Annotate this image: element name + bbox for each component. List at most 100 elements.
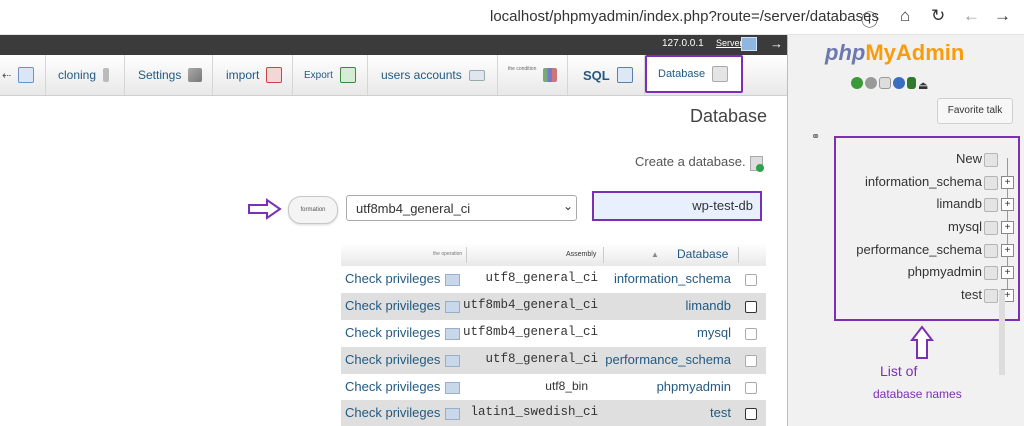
tab-users-accounts[interactable]: users accounts (368, 55, 498, 95)
page-title: Database (690, 106, 768, 126)
privileges-icon (445, 408, 460, 420)
clone-icon (103, 68, 110, 82)
check-privileges-link[interactable]: Check privileges (345, 298, 440, 313)
top-menu-tabs: ⇠ cloning Settings import Export users a… (0, 55, 787, 96)
database-link[interactable]: mysql (697, 325, 731, 340)
home-icon[interactable] (851, 77, 863, 89)
database-name-input[interactable]: wp-test-db (592, 191, 762, 221)
check-privileges-link[interactable]: Check privileges (345, 352, 440, 367)
tab-fragment[interactable]: ⇠ (0, 55, 46, 95)
database-icon (984, 244, 998, 258)
tab-sql[interactable]: SQL (568, 55, 645, 95)
database-icon (984, 198, 998, 212)
check-privileges-link[interactable]: Check privileges (345, 325, 440, 340)
phpmyadmin-logo[interactable]: phpMyAdmin (825, 40, 964, 66)
chevron-down-icon: ⌄ (563, 199, 574, 213)
server-ip: 127.0.0.1 (662, 38, 704, 49)
database-link[interactable]: limandb (685, 298, 731, 313)
tree-item-database[interactable]: performance_schema (856, 242, 982, 257)
logo-php: php (825, 40, 866, 65)
expand-plus-icon[interactable]: + (1001, 244, 1014, 257)
tree-item-database[interactable]: mysql (948, 219, 982, 234)
back-icon[interactable]: ← (963, 6, 980, 26)
expand-plus-icon[interactable]: + (1001, 176, 1014, 189)
header-operation: the operation (433, 251, 463, 257)
forward-icon[interactable]: → (994, 6, 1011, 26)
row-checkbox[interactable] (745, 382, 757, 394)
nav-icon-row: ⏏ (851, 76, 930, 94)
status-chart-icon (543, 68, 558, 82)
row-checkbox[interactable] (745, 328, 757, 340)
tab-import[interactable]: import (213, 55, 293, 95)
tab-settings[interactable]: Settings (125, 55, 213, 95)
table-row: Check privileges utf8_bin phpmyadmin (341, 374, 766, 401)
collation-cell: utf8_general_ci (485, 352, 598, 366)
server-link[interactable]: Server (716, 38, 743, 48)
collapse-arrow-icon[interactable]: → (770, 36, 783, 51)
collation-cell: latin1_swedish_ci (470, 405, 598, 419)
sidebar-scrollbar[interactable] (999, 290, 1005, 375)
sql-icon (616, 67, 633, 83)
home-icon[interactable]: ⌂ (900, 6, 910, 26)
collation-cell: utf8mb4_general_ci (462, 298, 598, 312)
annotation-text: List of (880, 363, 918, 379)
database-icon (984, 289, 998, 303)
tab-label: Database (658, 68, 706, 80)
tree-item-database[interactable]: information_schema (865, 174, 982, 189)
database-link[interactable]: information_schema (614, 271, 731, 286)
tab-label: SQL (583, 67, 610, 83)
tree-item-new[interactable]: New (956, 151, 982, 166)
database-link[interactable]: test (710, 405, 731, 420)
create-button[interactable]: formation (288, 196, 338, 224)
header-assembly[interactable]: Assembly (566, 243, 596, 266)
tab-cloning[interactable]: cloning (45, 55, 125, 95)
table-row: Check privileges utf8_general_ci informa… (341, 266, 766, 293)
wrench-icon (188, 68, 203, 82)
export-icon (339, 67, 356, 83)
tab-label: cloning (58, 68, 97, 82)
row-checkbox[interactable] (745, 408, 757, 420)
tab-export[interactable]: Export (293, 55, 368, 95)
arrow-right-annotation-icon (248, 198, 282, 220)
gear-icon[interactable] (865, 77, 877, 89)
logout-icon[interactable]: ⏏ (918, 79, 928, 92)
tab-database[interactable]: Database (645, 55, 743, 93)
docs-icon[interactable] (879, 77, 891, 89)
import-icon (266, 67, 283, 83)
tab-label: Export (304, 69, 333, 81)
expand-plus-icon[interactable]: + (1001, 198, 1014, 211)
database-link[interactable]: phpmyadmin (657, 379, 731, 394)
arrow-up-annotation-icon (909, 325, 935, 359)
reload-icon[interactable]: ↻ (931, 6, 945, 26)
help-icon[interactable] (893, 77, 905, 89)
row-checkbox[interactable] (745, 301, 757, 313)
database-link[interactable]: performance_schema (605, 352, 731, 367)
database-icon (984, 266, 998, 280)
expand-plus-icon[interactable]: + (1001, 266, 1014, 279)
check-privileges-link[interactable]: Check privileges (345, 271, 440, 286)
collation-select[interactable]: utf8mb4_general_ci (346, 195, 577, 221)
favorite-button[interactable]: Favorite talk (937, 98, 1013, 124)
users-icon (468, 69, 485, 81)
settings-icon[interactable] (907, 77, 916, 89)
tab-condition[interactable]: the condition (498, 55, 568, 95)
info-icon[interactable]: ⓘ (861, 6, 878, 31)
header-database[interactable]: Database (677, 243, 728, 266)
privileges-icon (445, 301, 460, 313)
check-privileges-link[interactable]: Check privileges (345, 405, 440, 420)
table-row: Check privileges latin1_swedish_ci test (341, 400, 766, 426)
row-checkbox[interactable] (745, 274, 757, 286)
tree-item-database[interactable]: limandb (936, 196, 982, 211)
expand-plus-icon[interactable]: + (1001, 221, 1014, 234)
logo-myadmin: MyAdmin (865, 40, 965, 65)
databases-table-header: the operation Assembly ▲ Database (341, 243, 766, 267)
database-icon (712, 66, 729, 82)
tree-item-database[interactable]: phpmyadmin (908, 264, 982, 279)
tab-label: users accounts (381, 68, 462, 82)
link-icon[interactable]: ⚭ (811, 130, 820, 143)
tree-item-database[interactable]: test (961, 287, 982, 302)
address-bar[interactable]: localhost/phpmyadmin/index.php?route=/se… (490, 8, 879, 25)
plus-icon (756, 164, 764, 172)
row-checkbox[interactable] (745, 355, 757, 367)
check-privileges-link[interactable]: Check privileges (345, 379, 440, 394)
